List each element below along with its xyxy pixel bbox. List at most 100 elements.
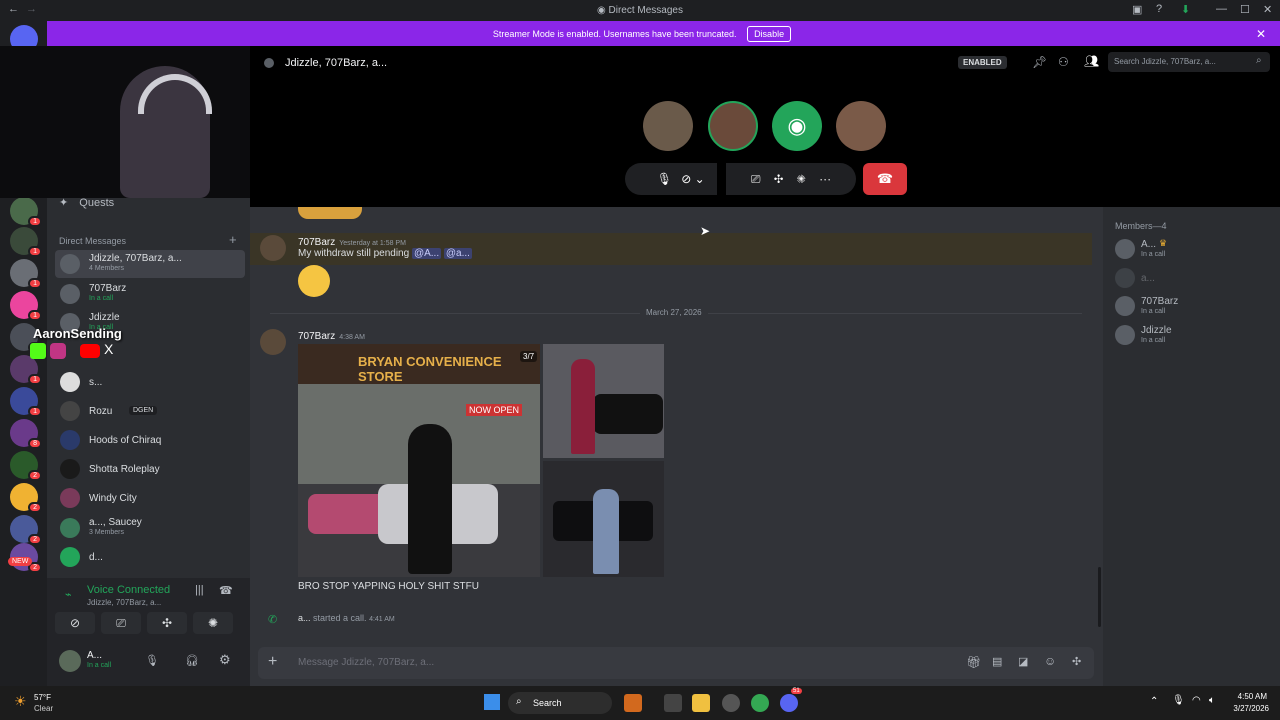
- voice-status: Voice Connected: [87, 584, 171, 596]
- soundboard-button[interactable]: ✺: [193, 612, 233, 634]
- activities-icon[interactable]: ✣: [774, 172, 783, 186]
- create-dm-icon[interactable]: +: [229, 232, 237, 247]
- image-attachment[interactable]: [543, 344, 664, 458]
- group-avatar-icon: [264, 58, 274, 68]
- dm-item[interactable]: d...: [55, 543, 245, 571]
- member-list-icon[interactable]: 👥︎: [1084, 54, 1099, 68]
- dm-item[interactable]: a..., Saucey 3 Members: [55, 514, 245, 542]
- server-badge: 1: [28, 216, 42, 227]
- server-badge: 2: [28, 470, 42, 481]
- chrome-icon[interactable]: [751, 694, 769, 712]
- maximize-icon[interactable]: ☐: [1240, 3, 1250, 16]
- task-view-icon[interactable]: [664, 694, 682, 712]
- discord-taskbar-icon[interactable]: [780, 694, 798, 712]
- activities-button[interactable]: ✣: [147, 612, 187, 634]
- dm-item[interactable]: Shotta Roleplay: [55, 455, 245, 483]
- message-header: 707Barz 4:38 AM: [298, 328, 365, 342]
- mic-icon[interactable]: 🎙︎: [145, 654, 159, 667]
- help-icon[interactable]: ?: [1156, 3, 1162, 15]
- search-input[interactable]: Search Jdizzle, 707Barz, a... ⌕: [1108, 52, 1270, 72]
- server-icon[interactable]: 1: [10, 291, 42, 321]
- video-off-button[interactable]: ⊘: [55, 612, 95, 634]
- windows-start-icon[interactable]: [484, 694, 500, 710]
- call-phone-icon: ✆: [268, 614, 278, 626]
- server-icon[interactable]: 1: [10, 197, 42, 227]
- noise-suppression-icon[interactable]: |||: [195, 584, 204, 596]
- disconnect-icon[interactable]: ☎: [219, 584, 233, 597]
- sticker-icon[interactable]: ◪: [1018, 655, 1028, 668]
- taskbar-search[interactable]: ⌕ Search: [508, 692, 612, 714]
- server-icon[interactable]: 2: [10, 451, 42, 481]
- app-icon[interactable]: [722, 694, 740, 712]
- disable-button[interactable]: Disable: [747, 26, 792, 42]
- mention[interactable]: @A...: [411, 248, 442, 259]
- call-event: a... started a call. 4:41 AM: [298, 613, 395, 623]
- avatar[interactable]: [59, 650, 81, 672]
- dm-item[interactable]: Hoods of Chiraq: [55, 426, 245, 454]
- dm-item[interactable]: s...: [55, 368, 245, 396]
- clock-time[interactable]: 4:50 AM: [1225, 692, 1267, 701]
- author-name[interactable]: 707Barz: [298, 237, 335, 248]
- file-explorer-icon[interactable]: [692, 694, 710, 712]
- app-icon[interactable]: [624, 694, 642, 712]
- apps-icon[interactable]: ✣: [1072, 655, 1081, 668]
- message-input[interactable]: + Message Jdizzle, 707Barz, a... 🎁︎ ▤ ◪ …: [258, 647, 1094, 679]
- pin-icon[interactable]: 📌︎: [1032, 55, 1047, 69]
- avatar: [60, 284, 80, 304]
- server-icon[interactable]: 1: [10, 355, 42, 385]
- close-window-icon[interactable]: ✕: [1263, 3, 1272, 16]
- server-icon[interactable]: 2: [10, 483, 42, 513]
- avatar[interactable]: [260, 235, 286, 261]
- volume-icon[interactable]: 🔈︎: [1209, 695, 1215, 706]
- server-icon[interactable]: 2: [10, 515, 42, 545]
- screen-share-button[interactable]: ⎚: [101, 612, 141, 634]
- dm-item[interactable]: Jdizzle, 707Barz, a... 4 Members: [55, 250, 245, 278]
- image-attachment[interactable]: BRYAN CONVENIENCE STORE NOW OPEN 3/7: [298, 344, 540, 577]
- download-icon[interactable]: ⬇: [1181, 3, 1190, 16]
- dm-item[interactable]: 707Barz In a call: [55, 280, 245, 308]
- server-icon[interactable]: 8: [10, 419, 42, 449]
- more-icon[interactable]: ⋯: [819, 172, 831, 186]
- x-icon: X: [104, 341, 114, 357]
- streamer-name: AaronSending: [33, 326, 122, 341]
- participant-avatar[interactable]: ◉: [772, 101, 822, 151]
- server-icon[interactable]: 1: [10, 227, 42, 257]
- add-friends-icon[interactable]: ⚇: [1058, 55, 1069, 69]
- video-button[interactable]: ⊘ ⌄: [670, 163, 716, 195]
- new-badge: NEW: [8, 557, 33, 566]
- headset-icon[interactable]: 🎧︎: [185, 654, 199, 667]
- dm-item[interactable]: Rozu DGEN: [55, 397, 245, 425]
- video-off-icon: ⊘: [69, 616, 81, 630]
- server-icon[interactable]: 1: [10, 259, 42, 289]
- banner-text: Streamer Mode is enabled. Usernames have…: [492, 29, 737, 39]
- soundboard-icon[interactable]: ✺: [797, 172, 806, 186]
- tray-arrow-icon[interactable]: ⌃: [1150, 696, 1158, 707]
- server-icon[interactable]: 1: [10, 387, 42, 417]
- minimize-icon[interactable]: —: [1216, 3, 1227, 15]
- gift-icon[interactable]: 🎁︎: [966, 655, 981, 669]
- avatar[interactable]: [260, 329, 286, 355]
- mention[interactable]: @a...: [443, 248, 472, 259]
- image-attachment[interactable]: [543, 461, 664, 577]
- tray-mic-icon[interactable]: 🎙︎: [1172, 695, 1185, 706]
- participant-avatar[interactable]: [708, 101, 758, 151]
- hang-up-button[interactable]: ☎: [863, 163, 907, 195]
- participant-avatar[interactable]: [836, 101, 886, 151]
- author-name[interactable]: 707Barz: [298, 331, 335, 342]
- settings-gear-icon[interactable]: ⚙: [219, 652, 231, 668]
- temperature: 57°F: [34, 693, 51, 702]
- avatar: [60, 459, 80, 479]
- gif-icon[interactable]: ▤: [992, 655, 1002, 668]
- emoji-icon[interactable]: ☺: [1044, 654, 1056, 668]
- scrollbar[interactable]: [1098, 567, 1101, 627]
- participant-avatar[interactable]: [643, 101, 693, 151]
- screen-share-icon[interactable]: ⎚: [751, 172, 761, 186]
- dm-item[interactable]: Windy City: [55, 484, 245, 512]
- server-badge: 1: [28, 278, 42, 289]
- inbox-icon[interactable]: ▣: [1132, 3, 1142, 16]
- clock-date[interactable]: 3/27/2026: [1225, 704, 1269, 713]
- wifi-icon[interactable]: ◠: [1192, 695, 1201, 706]
- close-banner-icon[interactable]: ✕: [1256, 27, 1266, 41]
- avatar: [60, 518, 80, 538]
- attach-plus-icon[interactable]: +: [268, 653, 277, 671]
